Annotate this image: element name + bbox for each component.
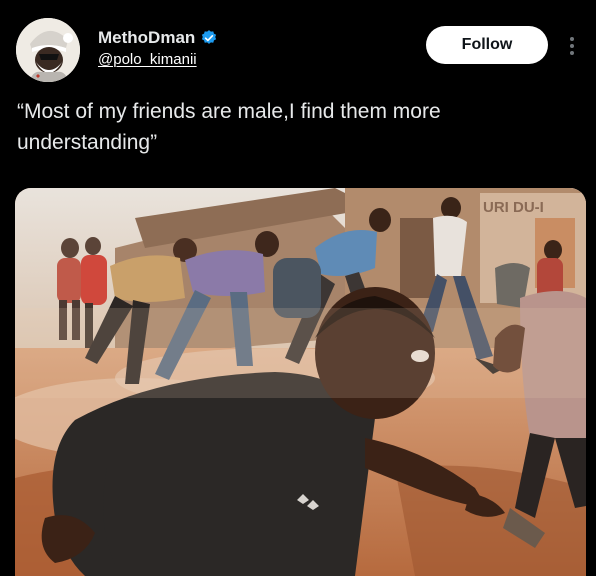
shop-sign-text: URI DU-I: [483, 199, 544, 216]
avatar[interactable]: [16, 18, 80, 82]
tweet-header: MethoDman @polo_kimanii Follow: [0, 0, 596, 90]
name-row: MethoDman: [98, 28, 218, 48]
photo-running-crowd: URI DU-I: [15, 188, 586, 576]
display-name[interactable]: MethoDman: [98, 28, 195, 48]
avatar-santa-icon: [16, 18, 80, 82]
user-handle[interactable]: @polo_kimanii: [98, 51, 197, 68]
tweet-photo[interactable]: URI DU-I: [15, 188, 586, 576]
more-options-button[interactable]: [562, 34, 582, 58]
tweet-text: “Most of my friends are male,I find them…: [17, 100, 441, 154]
verified-badge-icon: [202, 30, 217, 44]
more-vertical-icon: [570, 37, 574, 55]
follow-button[interactable]: Follow: [426, 26, 548, 64]
